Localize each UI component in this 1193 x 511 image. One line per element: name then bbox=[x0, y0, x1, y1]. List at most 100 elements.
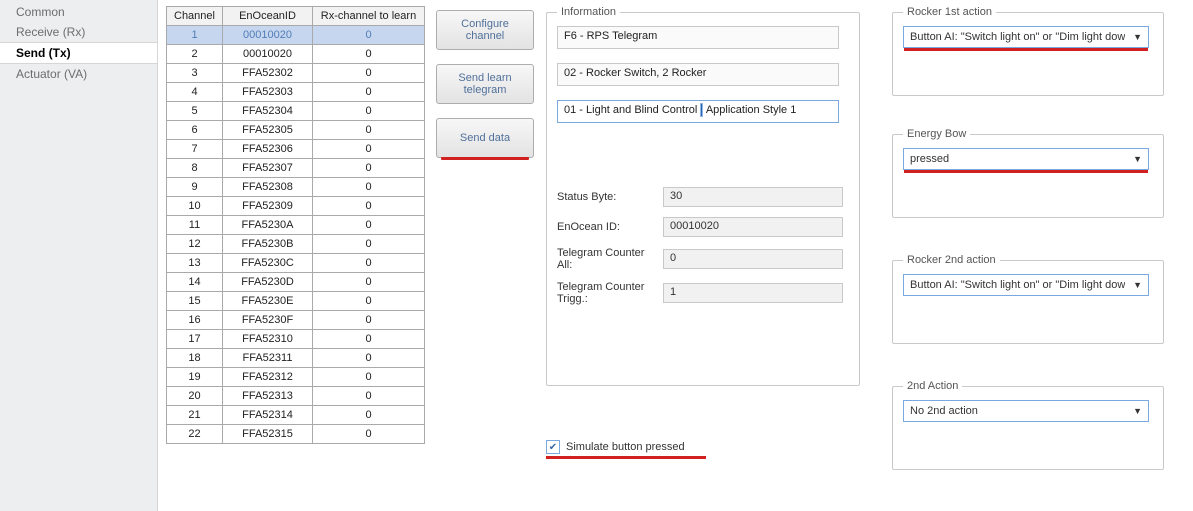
table-cell[interactable]: 0 bbox=[313, 121, 425, 140]
col-channel[interactable]: Channel bbox=[167, 7, 223, 26]
table-row[interactable]: 4FFA523030 bbox=[167, 83, 425, 102]
table-cell[interactable]: 0 bbox=[313, 159, 425, 178]
table-cell[interactable]: 16 bbox=[167, 311, 223, 330]
info-control-style[interactable]: 01 - Light and Blind Control Application… bbox=[557, 100, 839, 123]
table-row[interactable]: 8FFA523070 bbox=[167, 159, 425, 178]
table-cell[interactable]: 17 bbox=[167, 330, 223, 349]
table-cell[interactable]: FFA52308 bbox=[223, 178, 313, 197]
table-cell[interactable]: 11 bbox=[167, 216, 223, 235]
table-row[interactable]: 14FFA5230D0 bbox=[167, 273, 425, 292]
table-cell[interactable]: 0 bbox=[313, 406, 425, 425]
rocker-1st-action-dropdown[interactable]: Button AI: "Switch light on" or "Dim lig… bbox=[903, 26, 1149, 48]
table-row[interactable]: 20FFA523130 bbox=[167, 387, 425, 406]
table-cell[interactable]: 21 bbox=[167, 406, 223, 425]
table-cell[interactable]: 5 bbox=[167, 102, 223, 121]
table-row[interactable]: 21FFA523140 bbox=[167, 406, 425, 425]
table-cell[interactable]: 0 bbox=[313, 216, 425, 235]
col-enoceanid[interactable]: EnOceanID bbox=[223, 7, 313, 26]
table-cell[interactable]: 0 bbox=[313, 45, 425, 64]
rocker-2nd-action-dropdown[interactable]: Button AI: "Switch light on" or "Dim lig… bbox=[903, 274, 1149, 296]
table-cell[interactable]: FFA52303 bbox=[223, 83, 313, 102]
table-cell[interactable]: 0 bbox=[313, 254, 425, 273]
table-row[interactable]: 5FFA523040 bbox=[167, 102, 425, 121]
table-row[interactable]: 13FFA5230C0 bbox=[167, 254, 425, 273]
table-cell[interactable]: 0 bbox=[313, 26, 425, 45]
table-cell[interactable]: 0 bbox=[313, 140, 425, 159]
table-row[interactable]: 6FFA523050 bbox=[167, 121, 425, 140]
table-cell[interactable]: 0 bbox=[313, 273, 425, 292]
second-action-dropdown[interactable]: No 2nd action ▼ bbox=[903, 400, 1149, 422]
table-cell[interactable]: 0 bbox=[313, 102, 425, 121]
table-cell[interactable]: 20 bbox=[167, 387, 223, 406]
table-cell[interactable]: 18 bbox=[167, 349, 223, 368]
channel-table[interactable]: Channel EnOceanID Rx-channel to learn 10… bbox=[166, 6, 425, 444]
table-cell[interactable]: 0 bbox=[313, 197, 425, 216]
table-cell[interactable]: FFA52306 bbox=[223, 140, 313, 159]
table-row[interactable]: 15FFA5230E0 bbox=[167, 292, 425, 311]
table-cell[interactable]: 0 bbox=[313, 178, 425, 197]
table-row[interactable]: 11FFA5230A0 bbox=[167, 216, 425, 235]
table-cell[interactable]: 0 bbox=[313, 387, 425, 406]
table-cell[interactable]: 22 bbox=[167, 425, 223, 444]
table-cell[interactable]: 1 bbox=[167, 26, 223, 45]
table-row[interactable]: 2000100200 bbox=[167, 45, 425, 64]
simulate-button-pressed-checkbox[interactable]: ✔ bbox=[546, 440, 560, 454]
table-cell[interactable]: 0 bbox=[313, 425, 425, 444]
table-cell[interactable]: FFA52307 bbox=[223, 159, 313, 178]
table-cell[interactable]: FFA5230F bbox=[223, 311, 313, 330]
table-cell[interactable]: 19 bbox=[167, 368, 223, 387]
table-cell[interactable]: 12 bbox=[167, 235, 223, 254]
table-cell[interactable]: FFA52311 bbox=[223, 349, 313, 368]
table-cell[interactable]: FFA5230D bbox=[223, 273, 313, 292]
sidebar-item-actuator[interactable]: Actuator (VA) bbox=[0, 64, 157, 84]
table-row[interactable]: 22FFA523150 bbox=[167, 425, 425, 444]
table-row[interactable]: 3FFA523020 bbox=[167, 64, 425, 83]
table-cell[interactable]: 0 bbox=[313, 292, 425, 311]
table-cell[interactable]: 10 bbox=[167, 197, 223, 216]
table-cell[interactable]: 4 bbox=[167, 83, 223, 102]
table-row[interactable]: 16FFA5230F0 bbox=[167, 311, 425, 330]
table-cell[interactable]: 8 bbox=[167, 159, 223, 178]
table-cell[interactable]: 3 bbox=[167, 64, 223, 83]
table-row[interactable]: 18FFA523110 bbox=[167, 349, 425, 368]
table-row[interactable]: 9FFA523080 bbox=[167, 178, 425, 197]
configure-channel-button[interactable]: Configure channel bbox=[436, 10, 534, 50]
table-cell[interactable]: FFA52313 bbox=[223, 387, 313, 406]
table-cell[interactable]: 0 bbox=[313, 64, 425, 83]
table-cell[interactable]: 00010020 bbox=[223, 26, 313, 45]
table-cell[interactable]: FFA52315 bbox=[223, 425, 313, 444]
table-cell[interactable]: 15 bbox=[167, 292, 223, 311]
table-cell[interactable]: 0 bbox=[313, 368, 425, 387]
table-cell[interactable]: 0 bbox=[313, 83, 425, 102]
table-cell[interactable]: 0 bbox=[313, 311, 425, 330]
table-row[interactable]: 19FFA523120 bbox=[167, 368, 425, 387]
table-cell[interactable]: FFA5230B bbox=[223, 235, 313, 254]
table-cell[interactable]: 7 bbox=[167, 140, 223, 159]
table-row[interactable]: 12FFA5230B0 bbox=[167, 235, 425, 254]
sidebar-item-send[interactable]: Send (Tx) bbox=[0, 42, 157, 64]
table-cell[interactable]: 2 bbox=[167, 45, 223, 64]
table-cell[interactable]: 00010020 bbox=[223, 45, 313, 64]
table-cell[interactable]: 13 bbox=[167, 254, 223, 273]
table-cell[interactable]: FFA52305 bbox=[223, 121, 313, 140]
table-cell[interactable]: FFA52309 bbox=[223, 197, 313, 216]
table-cell[interactable]: FFA52304 bbox=[223, 102, 313, 121]
table-cell[interactable]: FFA52312 bbox=[223, 368, 313, 387]
table-row[interactable]: 10FFA523090 bbox=[167, 197, 425, 216]
col-rx[interactable]: Rx-channel to learn bbox=[313, 7, 425, 26]
table-cell[interactable]: 0 bbox=[313, 235, 425, 254]
table-cell[interactable]: FFA5230E bbox=[223, 292, 313, 311]
table-cell[interactable]: FFA52314 bbox=[223, 406, 313, 425]
table-row[interactable]: 17FFA523100 bbox=[167, 330, 425, 349]
table-cell[interactable]: 14 bbox=[167, 273, 223, 292]
table-cell[interactable]: 9 bbox=[167, 178, 223, 197]
table-cell[interactable]: FFA5230C bbox=[223, 254, 313, 273]
send-learn-telegram-button[interactable]: Send learn telegram bbox=[436, 64, 534, 104]
table-cell[interactable]: FFA52302 bbox=[223, 64, 313, 83]
table-cell[interactable]: FFA5230A bbox=[223, 216, 313, 235]
table-cell[interactable]: FFA52310 bbox=[223, 330, 313, 349]
energy-bow-dropdown[interactable]: pressed ▼ bbox=[903, 148, 1149, 170]
table-cell[interactable]: 0 bbox=[313, 349, 425, 368]
sidebar-item-receive[interactable]: Receive (Rx) bbox=[0, 22, 157, 42]
table-row[interactable]: 1000100200 bbox=[167, 26, 425, 45]
